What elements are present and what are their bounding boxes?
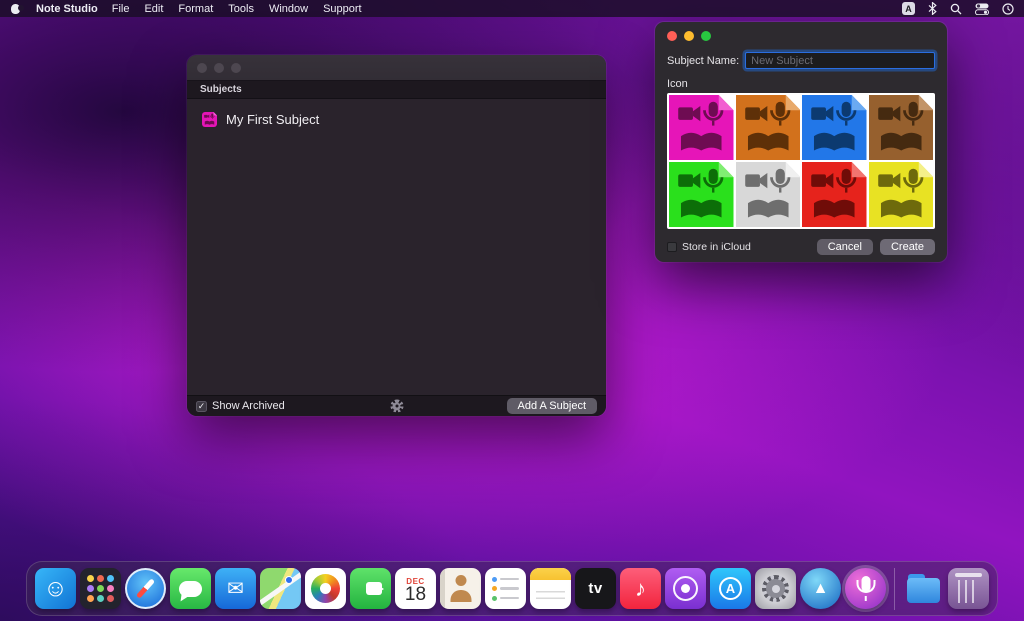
input-source-icon[interactable]: A xyxy=(902,2,915,15)
menu-support[interactable]: Support xyxy=(323,3,362,15)
dock-safari-icon[interactable] xyxy=(125,568,166,609)
dock-launchpad-icon[interactable] xyxy=(80,568,121,609)
dock-messages-icon[interactable] xyxy=(170,568,211,609)
new-subject-dialog: Subject Name: Icon xyxy=(655,22,947,262)
dock-app-store-icon[interactable]: A xyxy=(710,568,751,609)
icon-grid xyxy=(667,93,935,229)
menu-tools[interactable]: Tools xyxy=(228,3,254,15)
menu-format[interactable]: Format xyxy=(178,3,213,15)
dock-maps-icon[interactable] xyxy=(260,568,301,609)
subjects-list: My First Subject xyxy=(187,99,606,395)
subject-title: My First Subject xyxy=(226,112,319,127)
dock-downloads-icon[interactable] xyxy=(903,568,944,609)
icon-option-brown[interactable] xyxy=(869,95,934,160)
apple-menu-icon[interactable] xyxy=(10,2,22,15)
dock-mail-icon[interactable]: ✉ xyxy=(215,568,256,609)
dock-contacts-icon[interactable] xyxy=(440,568,481,609)
menu-bar: Note Studio File Edit Format Tools Window Sup… xyxy=(0,0,1024,17)
dock-note-studio-icon[interactable] xyxy=(845,568,886,609)
icon-option-red[interactable] xyxy=(802,162,867,227)
icon-option-blue[interactable] xyxy=(802,95,867,160)
create-button[interactable]: Create xyxy=(880,239,935,255)
menu-status-area: A xyxy=(902,2,1014,15)
action-gear-icon[interactable] xyxy=(390,400,403,413)
dock-reminders-icon[interactable] xyxy=(485,568,526,609)
show-archived-checkbox[interactable] xyxy=(196,401,207,412)
minimize-button[interactable] xyxy=(214,63,224,73)
subjects-column-header: Subjects xyxy=(187,81,606,99)
close-button[interactable] xyxy=(197,63,207,73)
subjects-window: Subjects My First Subject Show Archived … xyxy=(187,55,606,416)
icon-option-green[interactable] xyxy=(669,162,734,227)
subject-row[interactable]: My First Subject xyxy=(187,108,606,131)
dock-divider xyxy=(894,568,895,610)
add-subject-button[interactable]: Add A Subject xyxy=(507,398,598,414)
store-in-icloud-label: Store in iCloud xyxy=(682,241,751,253)
dock-music-icon[interactable]: ♪ xyxy=(620,568,661,609)
dock-photos-icon[interactable] xyxy=(305,568,346,609)
show-archived-label: Show Archived xyxy=(212,400,285,412)
store-in-icloud-checkbox[interactable] xyxy=(667,242,677,252)
dock-notes-icon[interactable] xyxy=(530,568,571,609)
dock-system-preferences-icon[interactable] xyxy=(755,568,796,609)
dock: ☺ ✉ DEC18 tv♪ A ▲ xyxy=(26,561,998,616)
dock-trash-icon[interactable] xyxy=(948,568,989,609)
bluetooth-icon[interactable] xyxy=(928,2,937,15)
menu-window[interactable]: Window xyxy=(269,3,308,15)
search-icon[interactable] xyxy=(950,3,962,15)
subject-name-label: Subject Name: xyxy=(667,55,739,67)
zoom-button[interactable] xyxy=(701,31,711,41)
icon-option-orange[interactable] xyxy=(736,95,801,160)
dialog-titlebar[interactable] xyxy=(667,22,935,41)
icon-option-yellow[interactable] xyxy=(869,162,934,227)
icon-option-gray[interactable] xyxy=(736,162,801,227)
subject-name-input[interactable] xyxy=(745,52,935,69)
dock-facetime-icon[interactable] xyxy=(350,568,391,609)
input-source-label: A xyxy=(905,4,912,14)
dock-podcasts-icon[interactable] xyxy=(665,568,706,609)
dock-finder-icon[interactable]: ☺ xyxy=(35,568,76,609)
clock-icon[interactable] xyxy=(1002,3,1014,15)
menu-app-name[interactable]: Note Studio xyxy=(36,3,98,15)
icon-option-magenta[interactable] xyxy=(669,95,734,160)
subject-icon xyxy=(202,112,217,127)
subjects-window-titlebar[interactable] xyxy=(187,55,606,81)
calendar-day: 18 xyxy=(405,586,426,604)
zoom-button[interactable] xyxy=(231,63,241,73)
menu-file[interactable]: File xyxy=(112,3,130,15)
menu-items: File Edit Format Tools Window Support xyxy=(112,3,362,15)
dock-apple-tv-icon[interactable]: tv xyxy=(575,568,616,609)
close-button[interactable] xyxy=(667,31,677,41)
cancel-button[interactable]: Cancel xyxy=(817,239,873,255)
dock-calendar-icon[interactable]: DEC18 xyxy=(395,568,436,609)
desktop: Note Studio File Edit Format Tools Window Sup… xyxy=(0,0,1024,621)
icon-section-label: Icon xyxy=(667,78,935,90)
control-center-icon[interactable] xyxy=(975,3,989,15)
dock-blue-circle-app-icon[interactable]: ▲ xyxy=(800,568,841,609)
subjects-window-footer: Show Archived Add A Subject xyxy=(187,395,606,416)
minimize-button[interactable] xyxy=(684,31,694,41)
menu-edit[interactable]: Edit xyxy=(144,3,163,15)
